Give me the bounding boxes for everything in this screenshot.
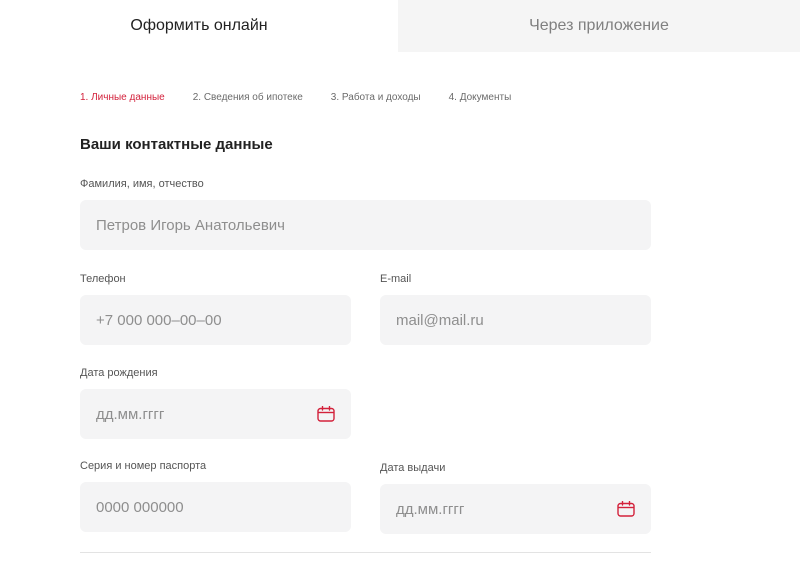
phone-field-box — [80, 295, 351, 345]
full-name-field-box — [80, 200, 651, 250]
birth-date-label: Дата рождения — [80, 367, 158, 379]
step-documents[interactable]: 4. Документы — [449, 92, 512, 103]
calendar-icon[interactable] — [317, 406, 335, 422]
email-label: E-mail — [380, 273, 412, 285]
step-personal-data[interactable]: 1. Личные данные — [80, 92, 165, 103]
passport-input[interactable] — [96, 498, 335, 516]
form-steps: 1. Личные данные 2. Сведения об ипотеке … — [80, 92, 511, 103]
full-name-label: Фамилия, имя, отчество — [80, 178, 204, 190]
issue-date-label: Дата выдачи — [380, 462, 446, 474]
section-title: Ваши контактные данные — [80, 136, 273, 153]
section-divider — [80, 552, 651, 553]
email-field-box — [380, 295, 651, 345]
tab-online[interactable]: Оформить онлайн — [0, 0, 398, 52]
birth-date-field-box — [80, 389, 351, 439]
issue-date-input[interactable] — [396, 500, 617, 518]
email-input[interactable] — [396, 311, 635, 329]
full-name-input[interactable] — [96, 216, 635, 234]
phone-input[interactable] — [96, 311, 335, 329]
calendar-icon[interactable] — [617, 501, 635, 517]
passport-field-box — [80, 482, 351, 532]
step-mortgage-info[interactable]: 2. Сведения об ипотеке — [193, 92, 303, 103]
passport-label: Серия и номер паспорта — [80, 460, 207, 472]
issue-date-field-box — [380, 484, 651, 534]
mode-tabs: Оформить онлайн Через приложение — [0, 0, 800, 52]
step-work-income[interactable]: 3. Работа и доходы — [331, 92, 421, 103]
tab-app[interactable]: Через приложение — [398, 0, 800, 52]
birth-date-input[interactable] — [96, 405, 317, 423]
phone-label: Телефон — [80, 273, 126, 285]
